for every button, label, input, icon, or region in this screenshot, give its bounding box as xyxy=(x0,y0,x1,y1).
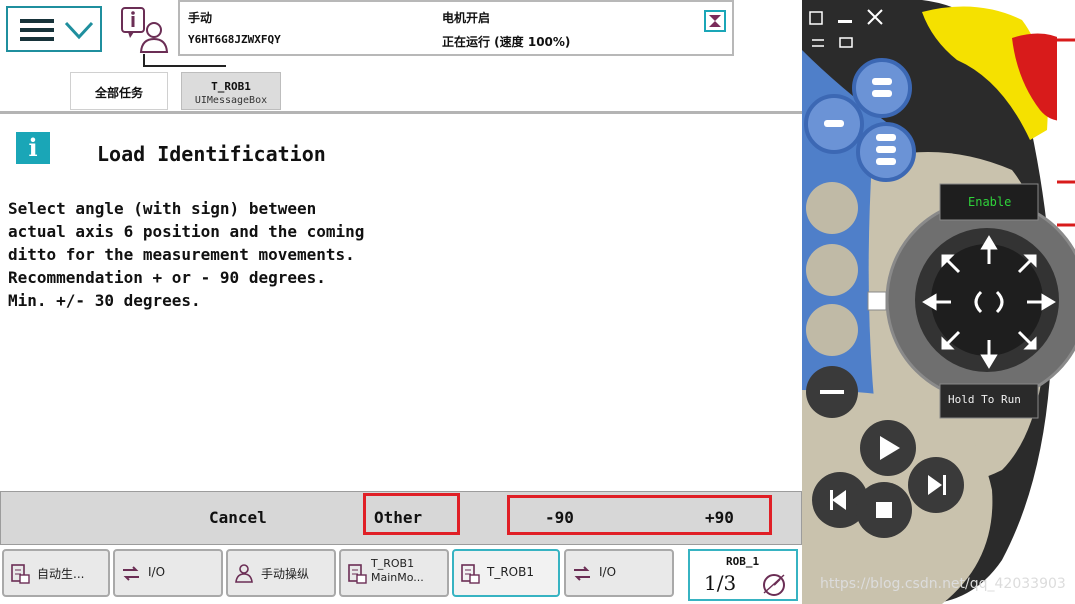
taskbar-item-t-rob1[interactable]: T_ROB1 xyxy=(452,549,560,597)
taskbar-item-io-2[interactable]: I/O xyxy=(564,549,674,597)
tab-sublabel: UIMessageBox xyxy=(194,95,268,106)
message-box: i Load Identification Select angle (with… xyxy=(0,116,802,490)
hamburger-icon xyxy=(20,19,54,41)
quickset-button[interactable]: ROB_1 1/3 xyxy=(688,549,798,601)
controller-id: Y6HT6G8JZWXFQY xyxy=(188,33,281,46)
cancel-button[interactable]: Cancel xyxy=(209,508,267,527)
tab-t-rob1[interactable]: T_ROB1 UIMessageBox xyxy=(181,72,281,110)
message-line: Min. +/- 30 degrees. xyxy=(8,291,201,310)
taskbar-item-io[interactable]: I/O xyxy=(113,549,223,597)
chevron-down-icon xyxy=(64,21,94,40)
io-icon xyxy=(123,566,139,581)
io-icon xyxy=(574,566,590,581)
message-title: Load Identification xyxy=(97,142,326,166)
message-line: Select angle (with sign) between xyxy=(8,199,317,218)
abb-menu-button[interactable] xyxy=(6,6,102,52)
operating-mode: 手动 xyxy=(188,11,213,25)
taskbar-item-jogging[interactable]: 手动操纵 xyxy=(226,549,336,597)
message-line: actual axis 6 position and the coming xyxy=(8,222,365,241)
message-line: ditto for the measurement movements. xyxy=(8,245,355,264)
speed-icon xyxy=(763,574,785,596)
info-icon: i xyxy=(16,132,50,164)
taskbar-label-line2: MainMo... xyxy=(371,571,424,584)
run-state: 正在运行 (速度 100%) xyxy=(442,35,571,49)
program-icon xyxy=(461,564,480,584)
joystick-direction-icon[interactable] xyxy=(919,232,1059,372)
flexpendant-hardware: Enable Hold To Run xyxy=(802,0,1075,604)
taskbar-label: T_ROB1 xyxy=(487,565,534,579)
taskbar-label: T_ROB1 MainMo... xyxy=(371,557,424,585)
close-window-icon[interactable] xyxy=(704,10,726,32)
taskbar-label: 自动生... xyxy=(37,567,85,581)
highlight-box-other xyxy=(363,493,460,535)
speed-fraction: 1/3 xyxy=(704,571,737,595)
taskbar-label: 手动操纵 xyxy=(261,567,310,581)
enable-label: Enable xyxy=(968,195,1012,209)
quickset-rob: ROB_1 xyxy=(726,555,760,568)
message-line: Recommendation + or - 90 degrees. xyxy=(8,268,326,287)
taskbar-item-auto-production[interactable]: 自动生... xyxy=(2,549,110,597)
task-tabs: 全部任务 T_ROB1 UIMessageBox xyxy=(0,68,802,114)
program-icon xyxy=(348,564,367,584)
highlight-box-angles xyxy=(507,495,772,535)
watermark: https://blog.csdn.net/qq_42033903 xyxy=(820,576,1066,592)
program-icon xyxy=(11,564,30,584)
jog-icon xyxy=(235,564,253,583)
event-log-icon[interactable] xyxy=(118,6,170,58)
taskbar: 自动生... I/O 手动操纵 T_ROB1 MainMo... T_ROB1 I… xyxy=(0,546,802,604)
tab-label: T_ROB1 xyxy=(211,80,251,93)
hold-to-run-label: Hold To Run xyxy=(948,393,1021,406)
top-bar: 手动 Y6HT6G8JZWXFQY 电机开启 正在运行 (速度 100%) xyxy=(0,0,802,68)
taskbar-label: I/O xyxy=(148,565,166,579)
taskbar-item-main-module[interactable]: T_ROB1 MainMo... xyxy=(339,549,449,597)
taskbar-label-line1: T_ROB1 xyxy=(371,557,415,570)
tab-label: 全部任务 xyxy=(94,86,143,100)
taskbar-label: I/O xyxy=(599,565,617,579)
tab-all-tasks[interactable]: 全部任务 xyxy=(70,72,168,110)
motor-state: 电机开启 xyxy=(442,11,491,25)
flexpendant-screen: 手动 Y6HT6G8JZWXFQY 电机开启 正在运行 (速度 100%) 全部… xyxy=(0,0,802,604)
status-panel[interactable]: 手动 Y6HT6G8JZWXFQY 电机开启 正在运行 (速度 100%) xyxy=(178,0,734,56)
